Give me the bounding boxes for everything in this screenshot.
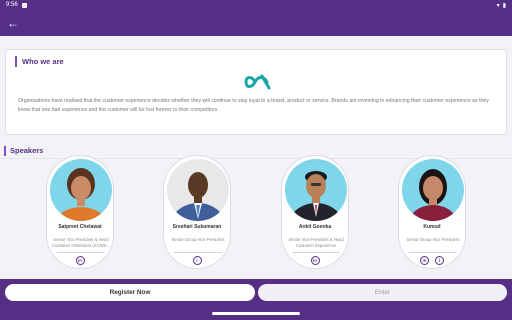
speakers-title: Speakers	[4, 146, 43, 156]
wifi-icon: ▾	[496, 2, 500, 9]
system-nav-bar	[0, 307, 512, 320]
back-arrow-icon[interactable]: ←	[7, 17, 19, 29]
register-now-button[interactable]: Register Now	[5, 284, 255, 301]
speaker-photo	[285, 159, 347, 221]
who-we-are-title: Who we are	[15, 56, 64, 67]
status-bar: 9:56 ▾ ▮	[0, 0, 512, 10]
speaker-role: Senior Vice President & Head Customer Ob…	[52, 237, 110, 248]
speaker-card[interactable]: Kumud Senior Group Vice President in i	[398, 155, 466, 269]
speaker-photo	[50, 159, 112, 221]
who-we-are-text: Organisations have realised that the cus…	[18, 98, 489, 113]
speaker-role: Senior Group Vice President	[171, 237, 225, 242]
notification-icon	[21, 2, 27, 8]
info-icon[interactable]: i	[435, 256, 444, 265]
linkedin-icon[interactable]: in	[420, 256, 429, 265]
divider	[174, 252, 222, 253]
info-icon[interactable]: i	[192, 256, 202, 265]
who-we-are-card: Who we are Organisations have realised t…	[5, 49, 507, 135]
speaker-name: Sreehari Sukumaran	[172, 224, 222, 230]
clock: 9:56	[6, 2, 18, 8]
speaker-card[interactable]: Ankit Goenka Senior Vice President & Hea…	[281, 155, 349, 269]
enter-button[interactable]: Enter	[258, 284, 507, 301]
app-bar: ←	[0, 10, 512, 36]
speaker-name: Kumud	[423, 224, 441, 230]
speaker-role: Senior Group Vice President	[406, 237, 460, 242]
divider	[292, 252, 340, 253]
bottom-action-bar: Register Now Enter	[0, 279, 512, 307]
battery-icon: ▮	[502, 2, 506, 9]
speaker-role: Senior Vice President & Head Customer Ex…	[288, 237, 344, 248]
speaker-name: Ankit Goenka	[298, 224, 332, 230]
speaker-photo	[167, 159, 229, 221]
speaker-card[interactable]: Sreehari Sukumaran Senior Group Vice Pre…	[163, 155, 231, 269]
speaker-name: Satpreet Chelawat	[58, 224, 102, 230]
divider	[57, 252, 105, 253]
linkedin-icon[interactable]: in	[310, 256, 320, 265]
gesture-handle[interactable]	[212, 312, 300, 315]
linkedin-icon[interactable]: in	[75, 256, 85, 265]
speaker-card[interactable]: Satpreet Chelawat Senior Vice President …	[46, 155, 114, 269]
company-logo-icon	[242, 70, 274, 94]
speaker-photo	[402, 159, 464, 221]
divider	[409, 252, 457, 253]
